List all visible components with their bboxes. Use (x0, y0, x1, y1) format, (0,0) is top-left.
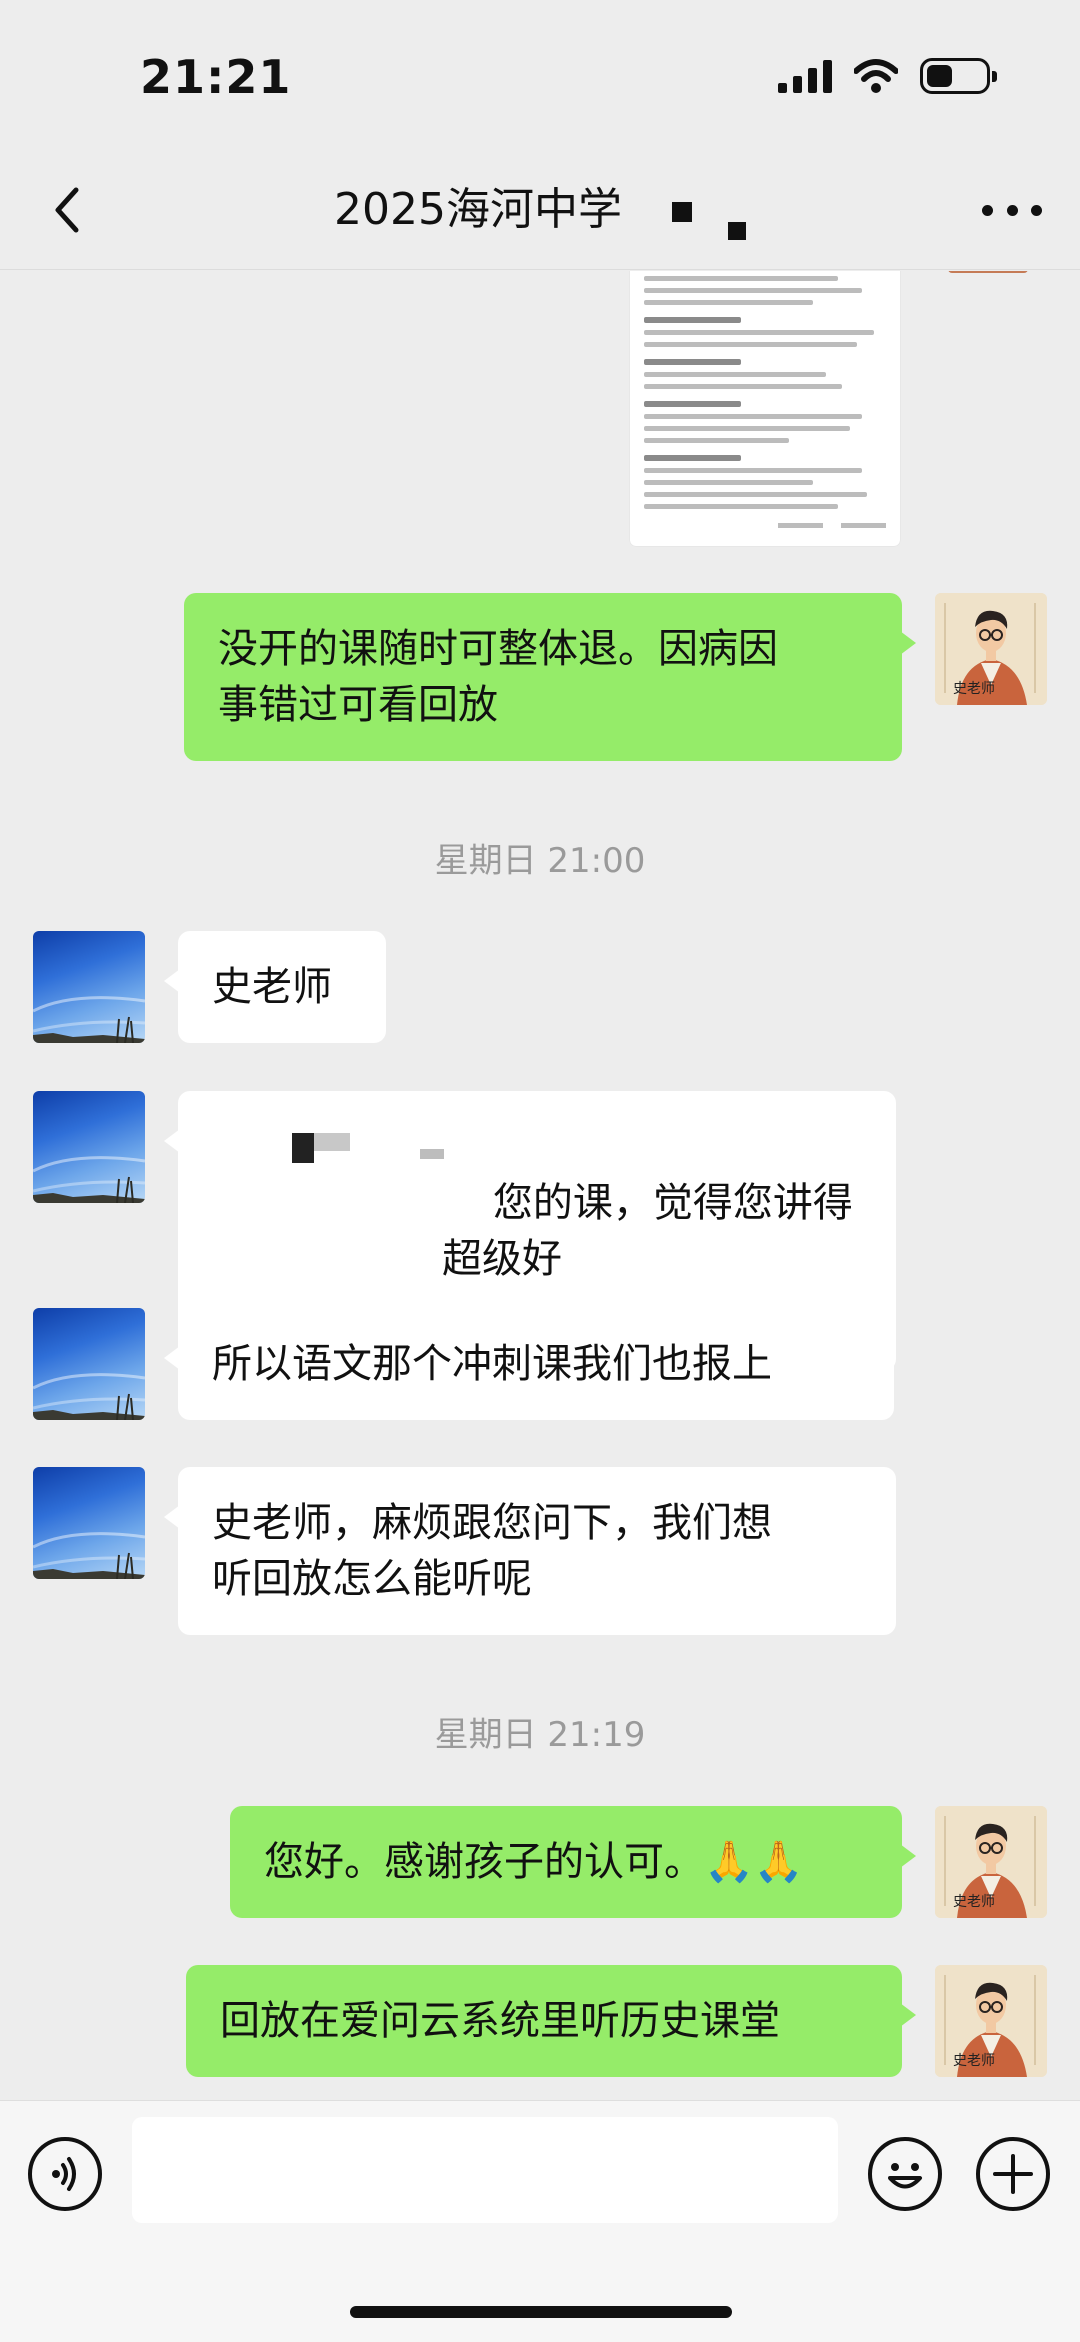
teacher-avatar[interactable]: 史老师 (935, 593, 1047, 705)
chat-title-text: 2025海河中学 (334, 184, 622, 235)
chat-header: 2025海河中学 (0, 150, 1080, 270)
chat-messages[interactable]: 没开的课随时可整体退。因病因 事错过可看回放 史老师 星期日 21:00 史老师 (0, 271, 1080, 2100)
svg-text:史老师: 史老师 (953, 681, 995, 697)
teacher-avatar[interactable]: 史老师 (935, 1806, 1047, 1918)
parent-avatar[interactable] (33, 1308, 145, 1420)
message-timestamp: 星期日 21:19 (434, 1715, 646, 1755)
parent-avatar[interactable] (33, 931, 145, 1043)
parent-avatar[interactable] (33, 1091, 145, 1203)
redaction-mark (420, 1149, 444, 1159)
message-text: 您的课，觉得您讲得 超级好 (442, 1180, 853, 1282)
svg-text:史老师: 史老师 (953, 2053, 995, 2069)
message-bubble-outgoing[interactable]: 您好。感谢孩子的认可。🙏🙏 (230, 1806, 916, 1918)
chat-title: 2025海河中学 (0, 180, 1080, 240)
message-input[interactable] (132, 2117, 838, 2223)
signal-icon (778, 59, 832, 93)
voice-icon[interactable] (28, 2137, 102, 2211)
more-dots-icon[interactable] (982, 192, 1042, 228)
svg-text:史老师: 史老师 (953, 1894, 995, 1910)
document-image-message[interactable] (630, 271, 900, 546)
message-bubble-incoming[interactable]: 史老师，麻烦跟您问下，我们想 听回放怎么能听呢 (164, 1467, 896, 1635)
emoji-icon[interactable] (868, 2137, 942, 2211)
message-bubble-outgoing[interactable]: 没开的课随时可整体退。因病因 事错过可看回放 (184, 593, 916, 761)
message-bubble-incoming[interactable]: 所以语文那个冲刺课我们也报上 (164, 1308, 894, 1420)
parent-avatar[interactable] (33, 1467, 145, 1579)
message-bubble-outgoing[interactable]: 回放在爱问云系统里听历史课堂 (186, 1965, 916, 2077)
plus-icon[interactable] (976, 2137, 1050, 2211)
status-icons (778, 58, 997, 94)
wifi-icon (854, 59, 898, 93)
home-indicator[interactable] (350, 2306, 732, 2318)
battery-icon (920, 58, 997, 94)
redaction-mark (671, 202, 692, 222)
redaction-mark (292, 1133, 314, 1163)
status-bar: 21:21 (0, 0, 1080, 150)
redaction-mark (314, 1133, 350, 1151)
teacher-avatar[interactable]: 史老师 (935, 1965, 1047, 2077)
status-time: 21:21 (140, 50, 292, 104)
message-bubble-incoming[interactable]: 史老师 (164, 931, 386, 1043)
message-timestamp: 星期日 21:00 (434, 841, 646, 881)
redaction-mark (727, 222, 746, 240)
teacher-avatar[interactable] (948, 271, 1028, 273)
